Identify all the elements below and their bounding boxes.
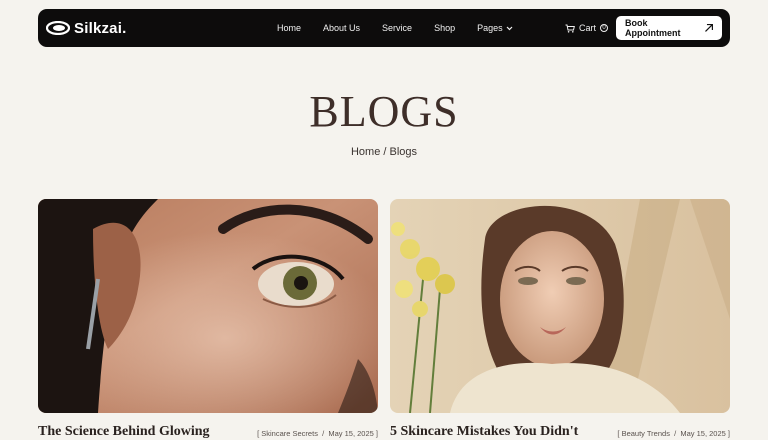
blog-card: The Science Behind Glowing [ Skincare Se… [38,199,378,440]
blog-card-meta: [ Beauty Trends / May 15, 2025 ] [617,429,730,438]
cart-count-badge: 0 [600,24,608,32]
nav-link-shop[interactable]: Shop [434,23,455,33]
blog-card-image[interactable] [390,199,730,413]
nav-link-about[interactable]: About Us [323,23,360,33]
blog-card-date: May 15, 2025 [680,429,726,438]
cart-icon [565,24,575,33]
blog-card-category[interactable]: Skincare Secrets [261,429,318,438]
nav-link-home[interactable]: Home [277,23,301,33]
chevron-down-icon [506,26,513,30]
cart-link[interactable]: Cart 0 [565,23,608,33]
page-title: BLOGS [309,87,459,136]
nav-link-service[interactable]: Service [382,23,412,33]
blog-card-title[interactable]: 5 Skincare Mistakes You Didn't [390,424,578,440]
blog-card-meta: [ Skincare Secrets / May 15, 2025 ] [257,429,378,438]
cart-label: Cart [578,23,596,33]
blog-card: 5 Skincare Mistakes You Didn't [ Beauty … [390,199,730,440]
nav-actions: Cart 0 Book Appointment [565,16,722,40]
breadcrumb-current: Blogs [389,146,418,158]
book-appointment-button[interactable]: Book Appointment [616,16,722,40]
book-appointment-label: Book Appointment [625,18,681,38]
brand-name: Silkzai. [74,19,127,37]
nav-pages-label: Pages [477,23,503,33]
logo-icon [45,20,71,36]
blog-card-category[interactable]: Beauty Trends [622,429,670,438]
nav-link-pages[interactable]: Pages [477,23,513,33]
breadcrumb-home-link[interactable]: Home [351,146,380,158]
breadcrumb: Home / Blogs [0,146,768,158]
blog-card-title[interactable]: The Science Behind Glowing [38,424,210,440]
blog-card-image[interactable] [38,199,378,413]
brand-logo[interactable]: Silkzai. [45,19,246,37]
arrow-up-right-icon [705,23,714,32]
main-nav: Home About Us Service Shop Pages [277,23,513,33]
navbar: Silkzai. Home About Us Service Shop Page… [38,9,730,47]
blog-card-date: May 15, 2025 [328,429,374,438]
